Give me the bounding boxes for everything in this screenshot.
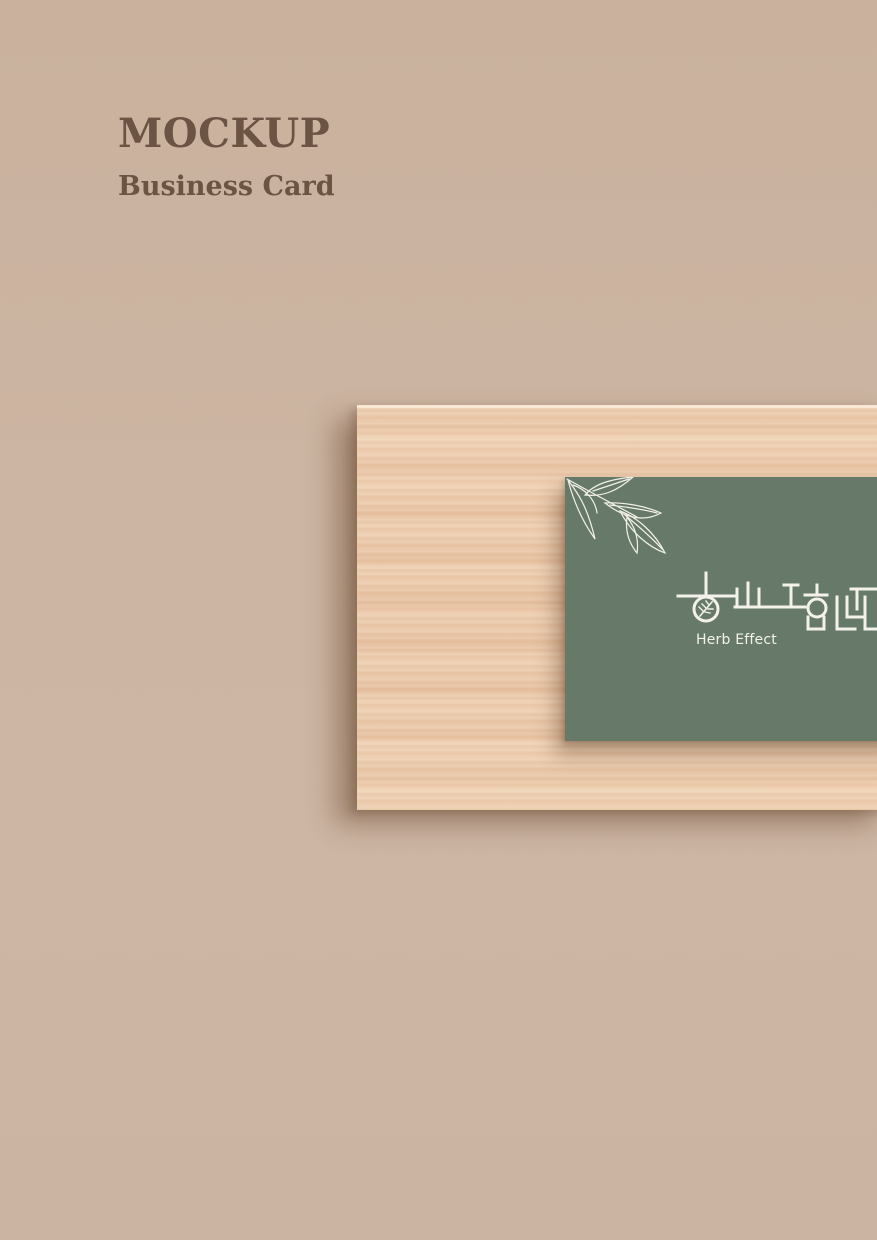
business-card: Herb Effect [565, 477, 877, 741]
wordmark-logo [676, 571, 877, 631]
leaf-sprig-icon [566, 477, 667, 555]
board-highlight-edge [357, 405, 877, 408]
brand-name-text: Herb Effect [696, 632, 777, 648]
mockup-title: MOCKUP [118, 110, 331, 157]
business-card-subtitle: Business Card [118, 171, 335, 202]
card-artwork [566, 477, 877, 631]
